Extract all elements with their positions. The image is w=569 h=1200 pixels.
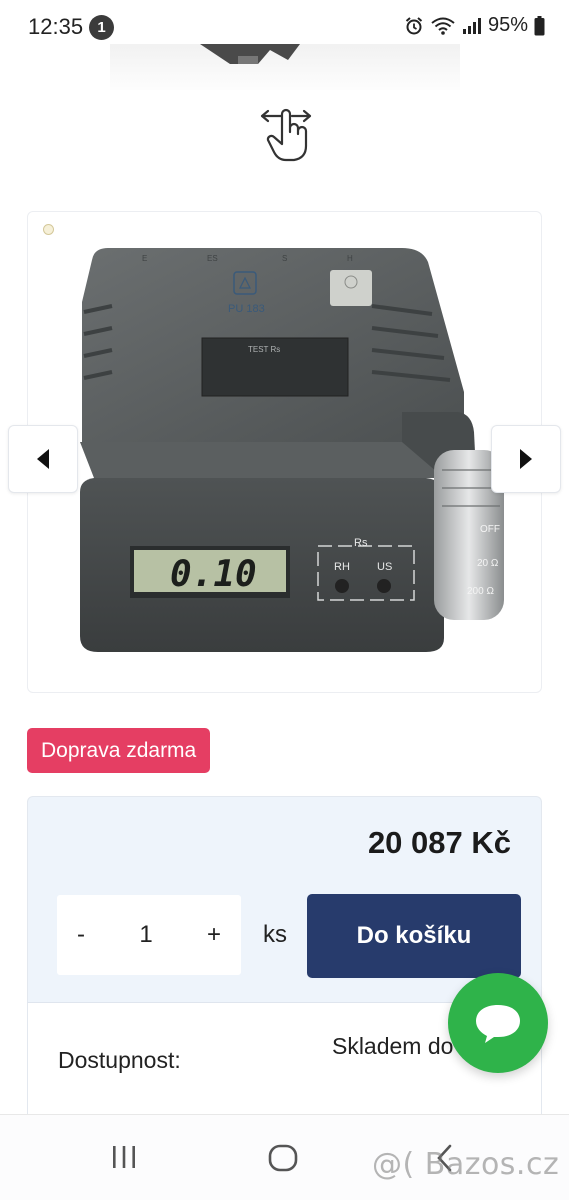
qty-minus-button[interactable]: -	[77, 921, 85, 949]
notification-count-badge: 1	[89, 15, 114, 40]
device-top-letter: H	[347, 254, 353, 263]
switch-label: US	[377, 561, 392, 573]
status-icons: 95%	[404, 14, 545, 37]
signal-icon	[462, 17, 481, 34]
recent-apps-icon[interactable]	[110, 1143, 138, 1171]
battery-percent: 95%	[487, 14, 528, 36]
chevron-left-icon	[37, 449, 49, 469]
rh-button	[335, 579, 349, 593]
gallery-prev-button[interactable]	[8, 425, 78, 493]
switch-label: Rs	[354, 537, 368, 549]
swipe-hand-icon	[258, 104, 314, 162]
product-image-pu183: E ES S H PU 183 TEST Rs OFF 20 Ω 200 Ω 0…	[80, 248, 504, 652]
dial-label: 20 Ω	[477, 558, 499, 569]
test-panel-label: TEST Rs	[248, 345, 280, 354]
gallery-next-button[interactable]	[491, 425, 561, 493]
chat-bubble-icon	[476, 1005, 520, 1043]
dial-label: OFF	[480, 524, 500, 535]
availability-label: Dostupnost:	[58, 1047, 181, 1073]
bazos-watermark: @( Bazos.cz	[372, 1147, 560, 1182]
battery-icon	[534, 15, 545, 35]
product-price: 20 087 Kč	[367, 825, 511, 860]
lcd-value: 0.10	[170, 554, 257, 595]
device-top-letter: ES	[207, 254, 218, 263]
gallery-indicator-dot[interactable]	[43, 224, 54, 235]
device-model-label: PU 183	[228, 303, 265, 315]
qty-unit: ks	[263, 921, 287, 948]
purchase-panel: 20 087 Kč - 1 + ks Do košíku	[27, 796, 542, 1002]
chevron-right-icon	[520, 449, 532, 469]
free-shipping-badge: Doprava zdarma	[27, 728, 211, 773]
chat-button[interactable]	[448, 973, 548, 1073]
us-button	[377, 579, 391, 593]
qty-input[interactable]: 1	[139, 921, 152, 949]
switch-label: RH	[334, 561, 350, 573]
device-top-letter: S	[282, 254, 287, 263]
quantity-stepper: - 1 +	[57, 895, 241, 975]
status-time: 12:35	[28, 14, 84, 39]
qty-plus-button[interactable]: +	[207, 921, 221, 949]
product-gallery[interactable]: E ES S H PU 183 TEST Rs OFF 20 Ω 200 Ω 0…	[27, 211, 542, 693]
add-to-cart-button[interactable]: Do košíku	[307, 894, 521, 978]
previous-product-image	[110, 44, 460, 90]
alarm-icon	[405, 16, 423, 34]
home-icon[interactable]	[267, 1143, 299, 1173]
wifi-icon	[431, 17, 455, 35]
dial-label: 200 Ω	[467, 586, 494, 597]
device-top-letter: E	[142, 254, 147, 263]
